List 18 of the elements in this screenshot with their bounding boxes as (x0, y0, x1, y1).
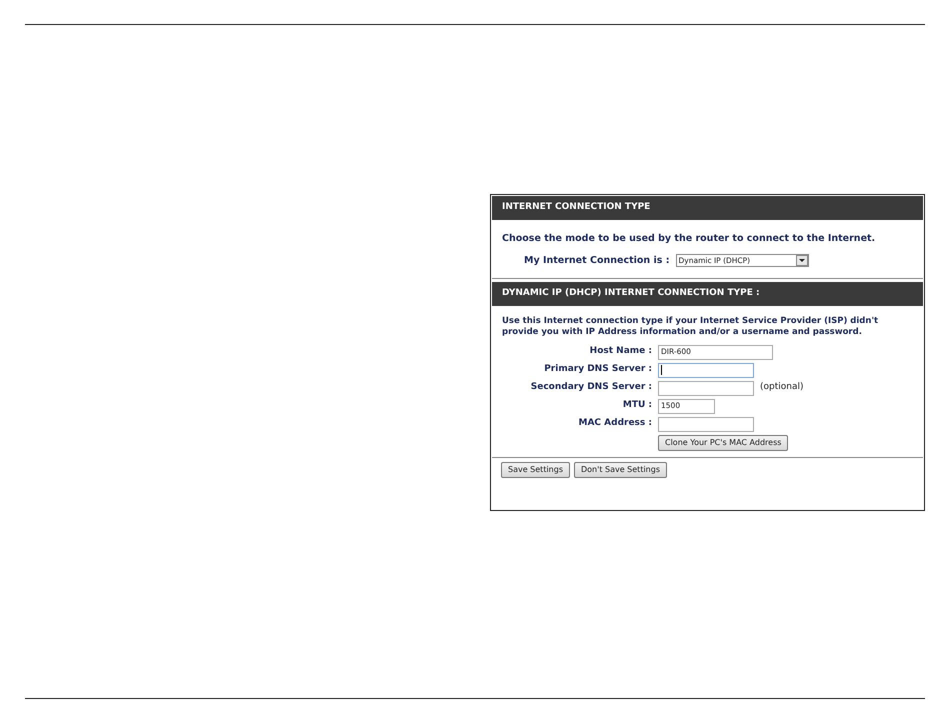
field-label: My Internet Connection is : (524, 254, 670, 268)
field-label: Primary DNS Server : (543, 363, 652, 376)
optional-note: (optional) (760, 381, 804, 394)
text-cursor (661, 365, 662, 375)
settings-button[interactable]: Save Settings (501, 462, 570, 478)
text-field[interactable] (658, 362, 754, 378)
field-label: Secondary DNS Server : (530, 381, 652, 394)
section-header: DYNAMIC IP (DHCP) INTERNET CONNECTION TYPE : (492, 282, 923, 306)
field-label: Host Name : (588, 345, 652, 358)
clone-mac-button[interactable]: Clone Your PC's MAC Address (658, 434, 788, 450)
instruction-text: Choose the mode to be used by the router to connect to the Internet. (502, 232, 876, 246)
description-text: Use this Internet connection type if your Internet Service Provider (ISP) didn't provide you with IP Address information and/or a username and password. (502, 316, 880, 338)
settings-button[interactable]: Don't Save Settings (574, 462, 667, 478)
text-field[interactable] (658, 380, 754, 396)
section-header: INTERNET CONNECTION TYPE (492, 196, 923, 220)
text-field[interactable] (658, 416, 754, 432)
field-label: MTU : (622, 399, 652, 412)
field-label: MAC Address : (578, 417, 652, 430)
